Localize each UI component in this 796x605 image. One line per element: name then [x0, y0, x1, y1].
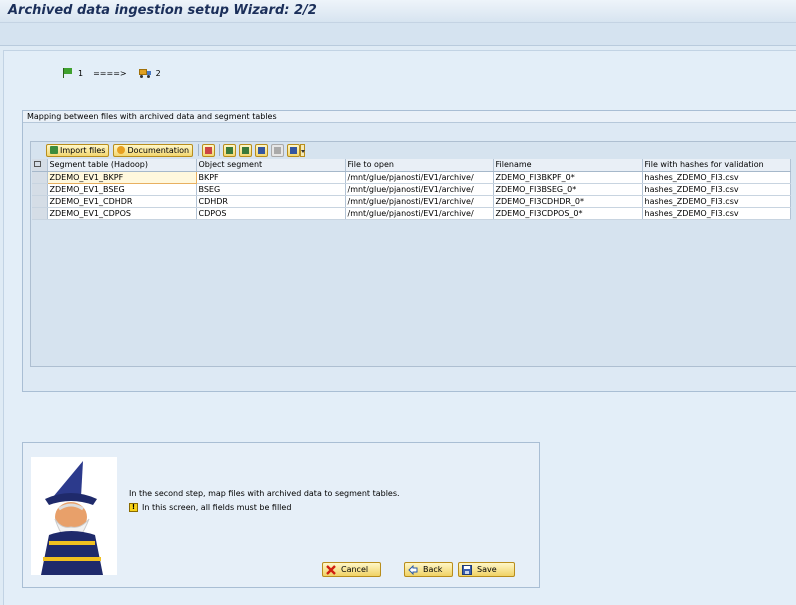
step-indicator: 1 ====> 2 [62, 66, 171, 80]
file-to-open-cell[interactable]: /mnt/glue/pjanosti/EV1/archive/ [345, 195, 494, 208]
step-1: 1 [62, 68, 83, 78]
file-to-open-cell[interactable]: /mnt/glue/pjanosti/EV1/archive/ [345, 183, 494, 196]
select-all-cell[interactable] [32, 159, 48, 172]
mapping-group-title: Mapping between files with archived data… [23, 111, 796, 123]
details-icon [205, 146, 213, 154]
back-label: Back [423, 565, 443, 574]
find-button[interactable] [255, 143, 269, 157]
column-header[interactable]: Segment table (Hadoop) [47, 159, 197, 172]
truck-icon [138, 68, 151, 78]
find-next-icon [274, 146, 282, 154]
application-toolbar [0, 23, 796, 46]
back-button[interactable]: Back [404, 562, 453, 577]
object-segment-cell[interactable]: CDPOS [196, 207, 346, 220]
segment-table-cell[interactable]: ZDEMO_EV1_CDHDR [47, 195, 197, 208]
details-button[interactable] [202, 143, 216, 157]
column-header[interactable]: File with hashes for validation [642, 159, 791, 172]
hash-file-cell[interactable]: hashes_ZDEMO_FI3.csv [642, 195, 791, 208]
mapping-table: Segment table (Hadoop) Object segment Fi… [32, 159, 791, 220]
save-button[interactable]: Save [458, 562, 515, 577]
window-title: Archived data ingestion setup Wizard: 2/… [8, 3, 317, 18]
back-arrow-icon [408, 564, 418, 575]
object-segment-cell[interactable]: CDHDR [196, 195, 346, 208]
column-header[interactable]: Object segment [196, 159, 346, 172]
cancel-button[interactable]: Cancel [322, 562, 381, 577]
table-row[interactable]: ZDEMO_EV1_CDPOS CDPOS /mnt/glue/pjanosti… [32, 207, 791, 220]
table-row[interactable]: ZDEMO_EV1_CDHDR CDHDR /mnt/glue/pjanosti… [32, 195, 791, 208]
save-label: Save [477, 565, 497, 574]
sort-descending-button[interactable] [239, 143, 253, 157]
filename-cell[interactable]: ZDEMO_FI3BKPF_0* [493, 171, 643, 184]
segment-table-cell[interactable]: ZDEMO_EV1_BSEG [47, 183, 197, 196]
sort-ascending-icon [226, 146, 234, 154]
wizard-icon [41, 461, 103, 575]
table-row[interactable]: ZDEMO_EV1_BKPF BKPF /mnt/glue/pjanosti/E… [32, 170, 791, 184]
file-to-open-cell[interactable]: /mnt/glue/pjanosti/EV1/archive/ [345, 207, 494, 220]
step-2: 2 [138, 68, 161, 78]
table-row[interactable]: ZDEMO_EV1_BSEG BSEG /mnt/glue/pjanosti/E… [32, 183, 791, 196]
title-bar: Archived data ingestion setup Wizard: 2/… [0, 0, 796, 23]
filter-button[interactable] [287, 143, 301, 157]
filter-dropdown[interactable] [300, 143, 306, 157]
cancel-label: Cancel [341, 565, 369, 574]
documentation-button[interactable]: Documentation [113, 143, 194, 157]
warning-icon: ! [129, 503, 138, 512]
hash-file-cell[interactable]: hashes_ZDEMO_FI3.csv [642, 207, 791, 220]
import-files-button[interactable]: Import files [46, 143, 110, 157]
toolbar-separator [219, 144, 221, 156]
wizard-image [31, 457, 117, 575]
filename-cell[interactable]: ZDEMO_FI3CDHDR_0* [493, 195, 643, 208]
step-2-label: 2 [155, 68, 161, 78]
object-segment-cell[interactable]: BSEG [196, 183, 346, 196]
flag-icon [62, 68, 73, 78]
wizard-message: In the second step, map files with archi… [129, 489, 400, 498]
row-selector[interactable] [32, 171, 48, 184]
column-header[interactable]: File to open [345, 159, 494, 172]
segment-table-cell[interactable]: ZDEMO_EV1_BKPF [46, 170, 197, 184]
step-1-label: 1 [78, 68, 84, 78]
sort-ascending-button[interactable] [223, 143, 237, 157]
filename-cell[interactable]: ZDEMO_FI3CDPOS_0* [493, 207, 643, 220]
column-header[interactable]: Filename [493, 159, 643, 172]
hash-file-cell[interactable]: hashes_ZDEMO_FI3.csv [642, 183, 791, 196]
wizard-warning-text: In this screen, all fields must be fille… [142, 503, 292, 512]
save-icon [462, 564, 472, 575]
segment-table-cell[interactable]: ZDEMO_EV1_CDPOS [47, 207, 197, 220]
cancel-icon [326, 564, 336, 575]
table-header-row: Segment table (Hadoop) Object segment Fi… [32, 159, 791, 172]
file-to-open-cell[interactable]: /mnt/glue/pjanosti/EV1/archive/ [345, 171, 494, 184]
row-selector[interactable] [32, 183, 48, 196]
import-files-label: Import files [60, 145, 106, 155]
wizard-warning: ! In this screen, all fields must be fil… [129, 503, 291, 512]
import-icon [50, 146, 58, 154]
column-settings-icon [34, 161, 41, 168]
help-icon [117, 146, 126, 154]
binoculars-icon [258, 146, 266, 154]
object-segment-cell[interactable]: BKPF [196, 171, 346, 184]
step-arrow: ====> [93, 68, 127, 78]
sort-descending-icon [242, 146, 250, 154]
grid-toolbar: Import files Documentation [46, 143, 306, 157]
row-selector[interactable] [32, 195, 48, 208]
filter-icon [290, 146, 298, 154]
hash-file-cell[interactable]: hashes_ZDEMO_FI3.csv [642, 171, 791, 184]
find-next-button[interactable] [271, 143, 285, 157]
row-selector[interactable] [32, 207, 48, 220]
toolbar-separator [198, 144, 200, 156]
filename-cell[interactable]: ZDEMO_FI3BSEG_0* [493, 183, 643, 196]
documentation-label: Documentation [127, 145, 190, 155]
